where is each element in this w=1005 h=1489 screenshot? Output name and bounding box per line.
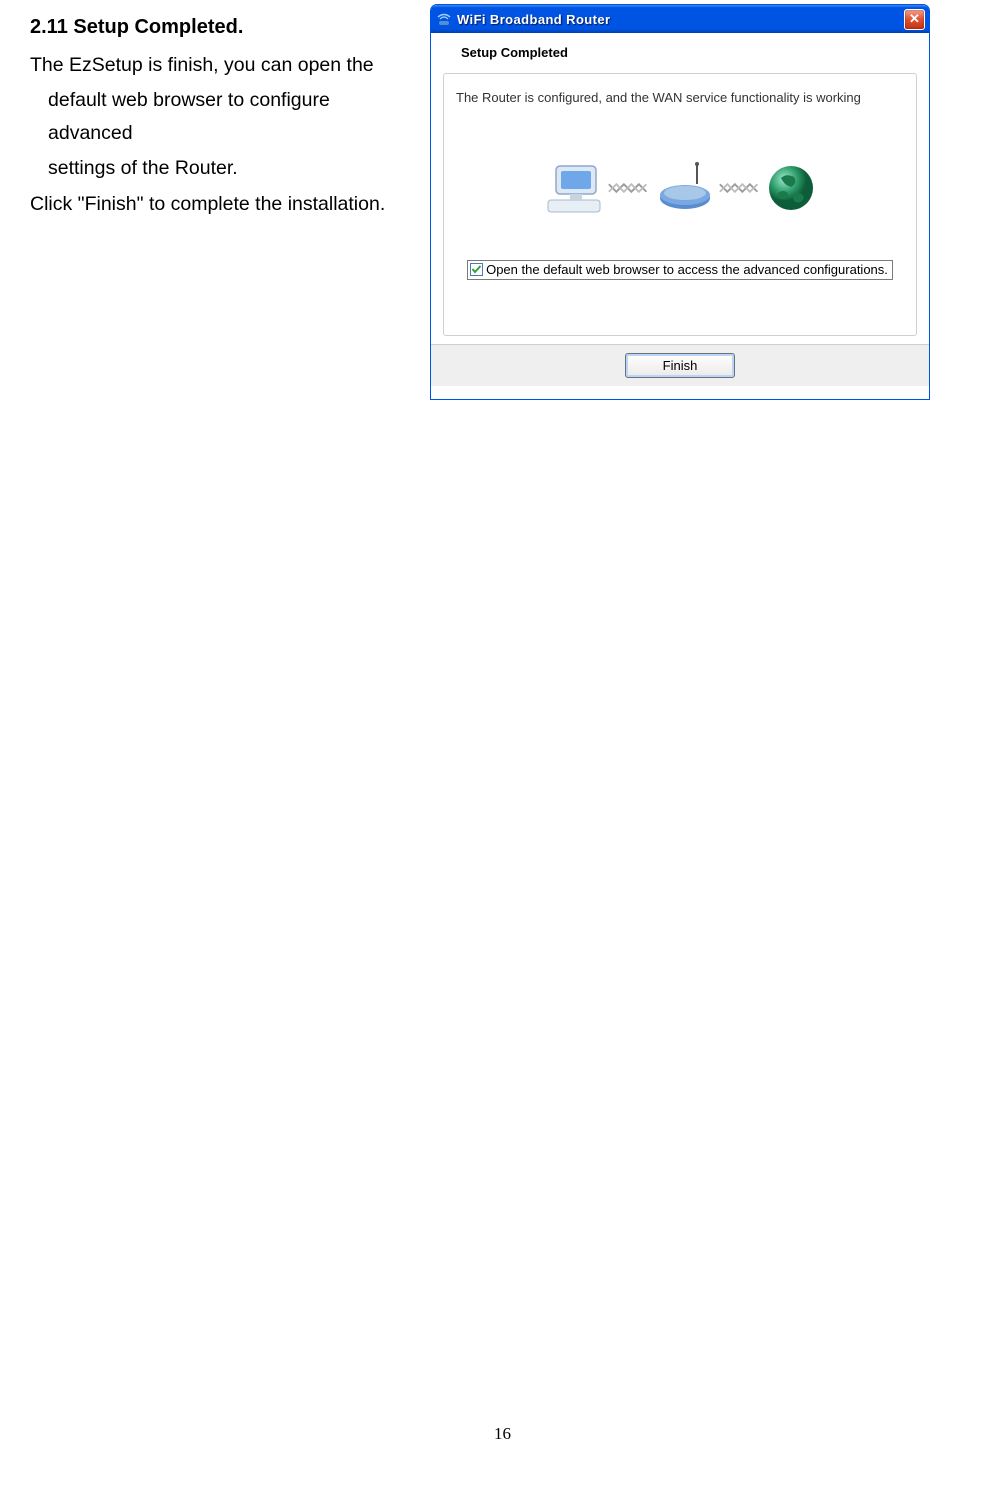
button-bar: Finish	[431, 344, 929, 386]
close-icon: ✕	[909, 11, 920, 27]
checkbox-row: Open the default web browser to access t…	[456, 260, 904, 280]
dialog-window: WiFi Broadband Router ✕ Setup Completed …	[430, 4, 930, 400]
paragraph-line: The EzSetup is finish, you can open the	[30, 49, 410, 82]
window-titlebar[interactable]: WiFi Broadband Router ✕	[431, 5, 929, 33]
page-number: 16	[494, 1424, 511, 1444]
finish-button[interactable]: Finish	[625, 353, 735, 378]
wifi-router-icon	[436, 11, 452, 27]
connection-line-icon	[718, 179, 763, 197]
checkmark-icon	[471, 264, 482, 275]
content-panel: The Router is configured, and the WAN se…	[443, 73, 917, 336]
checkbox-container[interactable]: Open the default web browser to access t…	[467, 260, 893, 280]
checkbox-label[interactable]: Open the default web browser to access t…	[486, 262, 888, 277]
dialog-heading: Setup Completed	[431, 33, 929, 70]
window-title: WiFi Broadband Router	[457, 12, 610, 27]
computer-icon	[544, 160, 604, 215]
connection-line-icon	[607, 179, 652, 197]
close-button[interactable]: ✕	[904, 9, 925, 30]
paragraph-line: settings of the Router.	[30, 152, 410, 185]
section-heading: 2.11 Setup Completed.	[30, 10, 410, 44]
paragraph-line: default web browser to configure advance…	[30, 84, 410, 150]
paragraph-line: Click "Finish" to complete the installat…	[30, 188, 410, 221]
network-diagram	[456, 160, 904, 215]
router-icon	[655, 160, 715, 215]
dialog-body: Setup Completed The Router is configured…	[431, 33, 929, 386]
globe-icon	[766, 163, 816, 213]
status-text: The Router is configured, and the WAN se…	[456, 90, 904, 105]
document-text: 2.11 Setup Completed. The EzSetup is fin…	[30, 10, 410, 400]
checkbox-input[interactable]	[470, 263, 483, 276]
